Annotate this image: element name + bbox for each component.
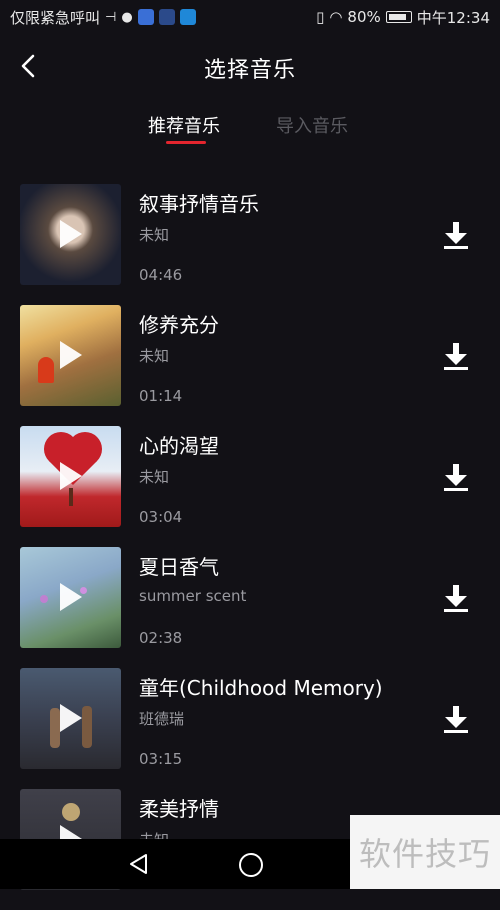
download-icon[interactable] <box>442 220 470 250</box>
song-duration: 03:04 <box>139 508 183 526</box>
song-list: 叙事抒情音乐 未知 04:46 修养充分 未知 01:14 心的渴望 未知 03… <box>0 184 500 910</box>
browser-icon <box>179 9 196 25</box>
play-icon[interactable] <box>60 220 82 248</box>
play-icon[interactable] <box>60 583 82 611</box>
download-icon[interactable] <box>442 704 470 734</box>
play-icon[interactable] <box>60 341 82 369</box>
baidu-icon <box>137 9 154 25</box>
song-title: 柔美抒情 <box>139 797 219 821</box>
song-title: 童年(Childhood Memory) <box>139 676 383 700</box>
song-duration: 02:38 <box>139 629 183 647</box>
battery-percent: 80% <box>347 8 381 26</box>
nav-home-icon[interactable] <box>239 853 263 877</box>
song-title: 叙事抒情音乐 <box>139 192 259 216</box>
download-icon[interactable] <box>442 462 470 492</box>
nav-back-icon[interactable] <box>128 852 150 876</box>
notification-icon: ⊣ <box>105 9 117 25</box>
wechat-icon: ● <box>121 9 133 25</box>
song-duration: 01:14 <box>139 387 183 405</box>
status-bar: 仅限紧急呼叫 ⊣ ● ▯ ◠ 80% 中午12:34 <box>0 0 500 34</box>
watermark: 软件技巧 <box>350 815 500 889</box>
active-tab-indicator <box>166 141 206 144</box>
song-duration: 03:15 <box>139 750 183 768</box>
song-item[interactable]: 心的渴望 未知 03:04 <box>0 426 500 547</box>
song-item[interactable]: 叙事抒情音乐 未知 04:46 <box>0 184 500 305</box>
song-item[interactable]: 修养充分 未知 01:14 <box>0 305 500 426</box>
song-title: 修养充分 <box>139 313 219 337</box>
tab-bar: 推荐音乐 导入音乐 <box>0 108 500 148</box>
song-artist: 未知 <box>139 468 170 486</box>
tab-recommended-music[interactable]: 推荐音乐 <box>148 112 220 138</box>
page-title: 选择音乐 <box>203 58 296 83</box>
song-title: 心的渴望 <box>139 434 219 458</box>
clock: 中午12:34 <box>416 8 490 27</box>
download-icon[interactable] <box>442 583 470 613</box>
carrier-text: 仅限紧急呼叫 <box>10 8 101 27</box>
download-icon[interactable] <box>442 341 470 371</box>
song-artist: 未知 <box>139 226 170 244</box>
song-item[interactable]: 夏日香气 summer scent 02:38 <box>0 547 500 668</box>
play-icon[interactable] <box>60 462 82 490</box>
song-artist: 班德瑞 <box>139 710 185 728</box>
song-title: 夏日香气 <box>139 555 219 579</box>
song-duration: 04:46 <box>139 266 183 284</box>
wifi-icon: ◠ <box>329 8 343 26</box>
song-artist: summer scent <box>139 587 247 605</box>
song-cover[interactable] <box>20 184 121 285</box>
tab-import-music[interactable]: 导入音乐 <box>276 112 348 138</box>
song-cover[interactable] <box>20 547 121 648</box>
song-item[interactable]: 童年(Childhood Memory) 班德瑞 03:15 <box>0 668 500 789</box>
song-cover[interactable] <box>20 668 121 769</box>
song-cover[interactable] <box>20 426 121 527</box>
battery-icon <box>385 11 412 23</box>
header: 选择音乐 <box>0 34 500 98</box>
song-cover[interactable] <box>20 305 121 406</box>
app-icon <box>158 9 175 25</box>
song-artist: 未知 <box>139 347 170 365</box>
vibrate-icon: ▯ <box>316 8 325 26</box>
play-icon[interactable] <box>60 704 82 732</box>
